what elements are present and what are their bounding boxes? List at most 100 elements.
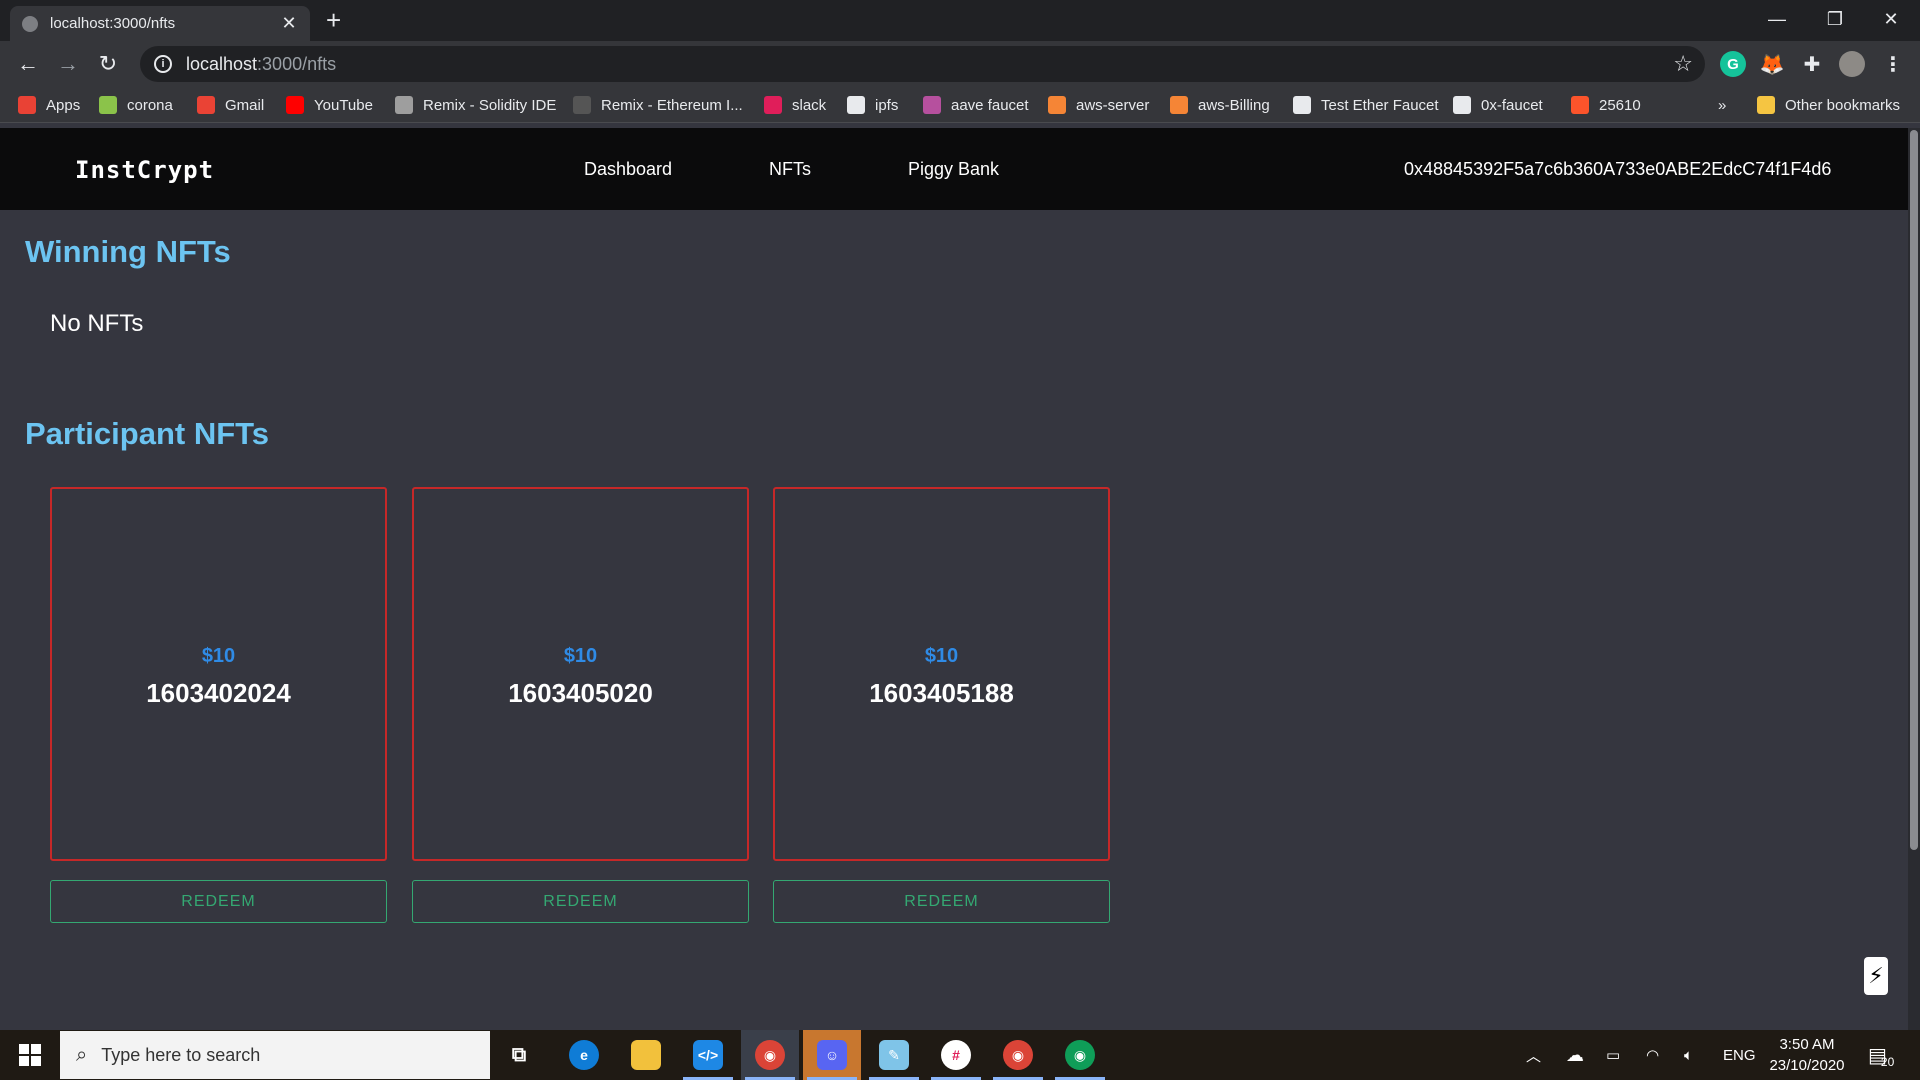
nft-card[interactable]: $10 1603405020 [412, 487, 749, 861]
nft-card[interactable]: $10 1603402024 [50, 487, 387, 861]
windows-start-icon[interactable] [0, 1030, 60, 1080]
bookmark-item[interactable]: ipfs [847, 87, 898, 123]
aws-icon [1048, 96, 1066, 114]
bookmark-label: corona [127, 96, 173, 114]
folder-icon [1757, 96, 1775, 114]
bookmark-label: aws-Billing [1198, 96, 1270, 114]
bookmark-item[interactable]: aave faucet [923, 87, 1029, 123]
bookmark-item[interactable]: Apps [18, 87, 80, 123]
taskbar-search-box[interactable]: ⌕ Type here to search [60, 1031, 490, 1079]
close-window-icon[interactable]: ✕ [1862, 0, 1920, 38]
url-path: :3000/nfts [257, 53, 337, 74]
extensions-puzzle-icon[interactable]: ✚ [1799, 51, 1825, 77]
chrome-profile-icon[interactable]: ◉ [1051, 1030, 1109, 1080]
onedrive-cloud-icon[interactable]: ☁ [1566, 1030, 1584, 1080]
chrome-profile-icon[interactable]: ◉ [989, 1030, 1047, 1080]
corona-favicon-icon [99, 96, 117, 114]
file-explorer-icon[interactable] [617, 1030, 675, 1080]
aws-icon [1170, 96, 1188, 114]
notepad-icon[interactable]: ✎ [865, 1030, 923, 1080]
ethereum-icon [395, 96, 413, 114]
new-tab-button[interactable]: + [326, 6, 341, 34]
task-view-icon[interactable]: ⧉ [490, 1030, 548, 1080]
chrome-taskbar-icon[interactable]: ◉ [741, 1030, 799, 1080]
bookmark-item[interactable]: Remix - Ethereum I... [573, 87, 743, 123]
page-favicon-icon [22, 15, 38, 32]
wallet-address: 0x48845392F5a7c6b360A733e0ABE2EdcC74f1F4… [1404, 159, 1832, 179]
back-arrow-icon[interactable]: ← [14, 50, 42, 78]
clock-date: 23/10/2020 [1769, 1057, 1845, 1074]
minimize-window-icon[interactable]: — [1748, 0, 1806, 38]
close-tab-icon[interactable]: ✕ [280, 13, 298, 34]
nft-card[interactable]: $10 1603405188 [773, 487, 1110, 861]
nft-price: $10 [924, 645, 959, 667]
bookmark-label: Apps [46, 96, 81, 114]
bookmark-label: 0x-faucet [1481, 96, 1543, 114]
app-navbar: InstCrypt Dashboard NFTs Piggy Bank 0x48… [0, 128, 1908, 210]
aave-icon [923, 96, 941, 114]
show-hidden-icons-chevron-icon[interactable]: ︿ [1526, 1030, 1541, 1080]
slack-taskbar-icon[interactable]: # [927, 1030, 985, 1080]
bookmark-item[interactable]: Remix - Solidity IDE [395, 87, 556, 123]
bookmark-item[interactable]: Gmail [197, 87, 264, 123]
other-bookmarks-label: Other bookmarks [1785, 96, 1901, 114]
browser-toolbar: ← → ↻ i localhost:3000/nfts ☆ G 🦊 ✚ ⋮ [0, 41, 1920, 87]
bookmark-item[interactable]: aws-server [1048, 87, 1149, 123]
lightning-bolt-icon[interactable]: ⚡ [1864, 957, 1888, 995]
bookmarks-bar: Apps corona Gmail YouTube Remix - Solidity I… [0, 87, 1920, 123]
chrome-menu-icon[interactable]: ⋮ [1880, 51, 1906, 77]
battery-icon[interactable]: ▭ [1606, 1030, 1620, 1080]
taskbar-clock[interactable]: 3:50 AM 23/10/2020 [1766, 1034, 1848, 1076]
browser-tab[interactable]: localhost:3000/nfts ✕ [10, 6, 310, 41]
bookmark-item[interactable]: 0x-faucet [1453, 87, 1543, 123]
redeem-button[interactable]: REDEEM [412, 880, 749, 923]
nav-link-piggy-bank[interactable]: Piggy Bank [908, 159, 999, 180]
bookmark-star-icon[interactable]: ☆ [1673, 51, 1693, 77]
bookmark-label: ipfs [875, 96, 899, 114]
windows-taskbar: ⌕ Type here to search ⧉ e </> ◉ ☺ ✎ # ◉ … [0, 1030, 1920, 1080]
other-bookmarks-folder[interactable]: Other bookmarks [1757, 87, 1900, 123]
bookmark-label: aws-server [1076, 96, 1150, 114]
gmail-icon [197, 96, 215, 114]
notification-count: 20 [1880, 1055, 1895, 1069]
bookmark-item[interactable]: 25610 [1571, 87, 1641, 123]
edge-browser-icon[interactable]: e [555, 1030, 613, 1080]
reload-icon[interactable]: ↻ [94, 50, 122, 78]
metamask-extension-icon[interactable]: 🦊 [1759, 51, 1785, 77]
scrollbar-thumb[interactable] [1910, 130, 1918, 850]
vscode-icon[interactable]: </> [679, 1030, 737, 1080]
language-indicator[interactable]: ENG [1723, 1030, 1756, 1080]
nft-token-id: 1603405020 [508, 678, 653, 708]
redeem-button[interactable]: REDEEM [50, 880, 387, 923]
redeem-button[interactable]: REDEEM [773, 880, 1110, 923]
nft-price: $10 [563, 645, 598, 667]
page-scrollbar[interactable] [1908, 128, 1920, 1030]
site-info-icon[interactable]: i [154, 55, 172, 73]
bookmark-label: Gmail [225, 96, 265, 114]
address-bar[interactable]: i localhost:3000/nfts ☆ [140, 46, 1705, 82]
grammarly-extension-icon[interactable]: G [1720, 51, 1746, 77]
profile-avatar[interactable] [1839, 51, 1865, 77]
nav-link-dashboard[interactable]: Dashboard [584, 159, 672, 180]
wifi-icon[interactable]: ◠ [1646, 1030, 1659, 1080]
bookmark-item[interactable]: corona [99, 87, 173, 123]
volume-icon[interactable]: 🔈︎ [1684, 1030, 1693, 1080]
more-bookmarks-chevron-icon[interactable]: » [1718, 87, 1726, 123]
bookmark-label: Remix - Solidity IDE [423, 96, 557, 114]
brand-logo[interactable]: InstCrypt [75, 156, 214, 184]
bookmark-label: aave faucet [951, 96, 1029, 114]
bookmark-item[interactable]: Test Ether Faucet [1293, 87, 1439, 123]
tab-title: localhost:3000/nfts [50, 15, 176, 32]
apps-grid-icon [18, 96, 36, 114]
nav-link-nfts[interactable]: NFTs [769, 159, 811, 180]
restore-window-icon[interactable]: ❐ [1806, 0, 1864, 38]
bookmark-item[interactable]: aws-Billing [1170, 87, 1270, 123]
remix-icon [573, 96, 591, 114]
browser-tab-strip: localhost:3000/nfts ✕ + — ❐ ✕ [0, 0, 1920, 41]
bookmark-item[interactable]: YouTube [286, 87, 373, 123]
forward-arrow-icon[interactable]: → [54, 50, 82, 78]
nft-price: $10 [201, 645, 236, 667]
bookmark-item[interactable]: slack [764, 87, 826, 123]
notification-center-icon[interactable]: ▤ 20 [1868, 1030, 1894, 1080]
discord-icon[interactable]: ☺ [803, 1030, 861, 1080]
